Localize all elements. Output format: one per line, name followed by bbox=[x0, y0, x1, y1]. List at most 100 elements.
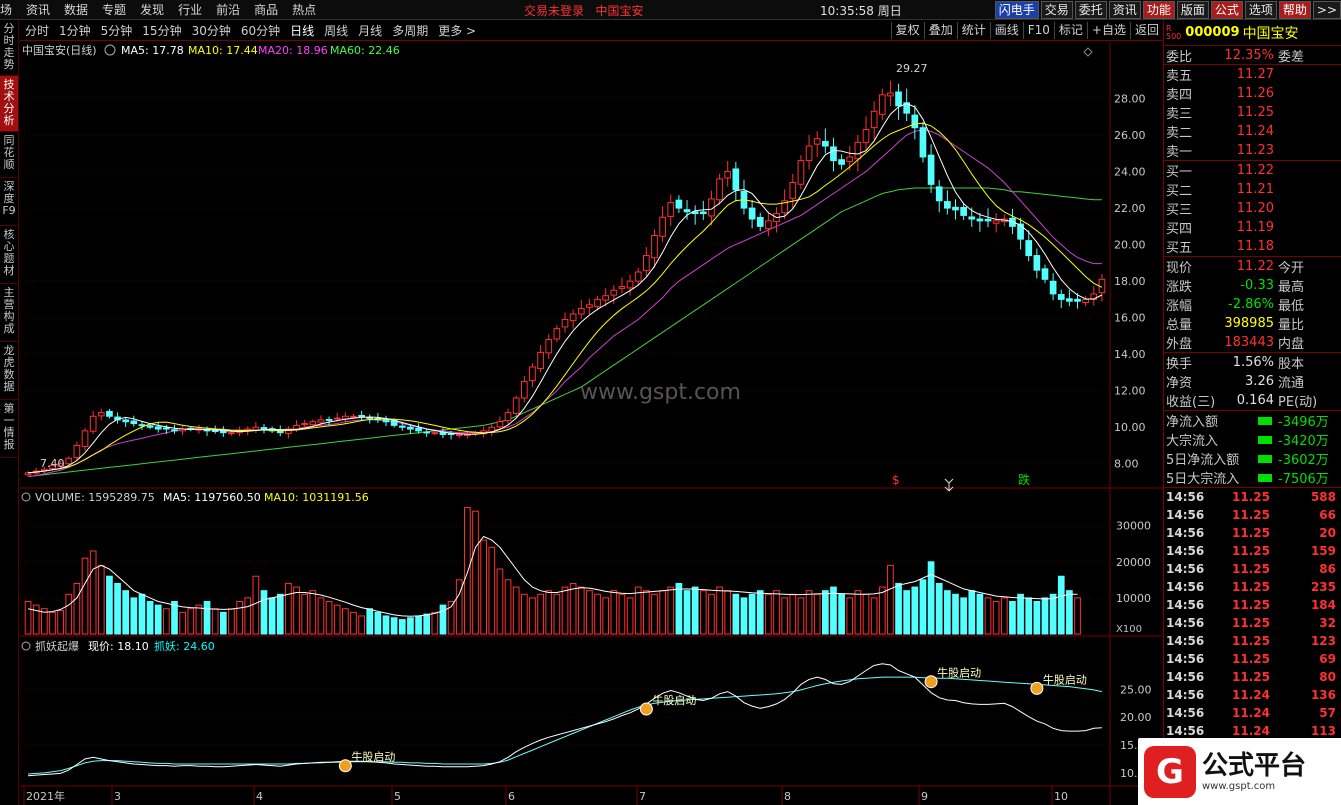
vtab-f9[interactable]: 深度F9 bbox=[0, 178, 18, 226]
stat2-row[interactable]: 净资 3.26 流通 bbox=[1164, 372, 1341, 391]
period-60min[interactable]: 60分钟 bbox=[241, 22, 280, 39]
tick-row[interactable]: 14:56 11.25 69 bbox=[1164, 650, 1341, 668]
period-daily[interactable]: 日线 bbox=[290, 22, 314, 39]
formula-button[interactable]: 公式 bbox=[1210, 1, 1243, 19]
tick-row[interactable]: 14:56 11.25 123 bbox=[1164, 632, 1341, 650]
vtab-technical[interactable]: 技术分析 bbox=[0, 76, 18, 132]
volume-bar bbox=[488, 546, 496, 635]
period-more[interactable]: 更多 > bbox=[438, 22, 476, 39]
period-timeshare[interactable]: 分时 bbox=[25, 22, 49, 39]
login-status[interactable]: 交易未登录 中国宝安 bbox=[524, 2, 643, 19]
sell-level[interactable]: 卖一 11.23 bbox=[1164, 141, 1341, 160]
back-button[interactable]: 返回 bbox=[1129, 22, 1163, 39]
menu-item-hangye[interactable]: 行业 bbox=[178, 1, 202, 18]
function-button[interactable]: 功能 bbox=[1142, 1, 1175, 19]
menu-item-faxian[interactable]: 发现 bbox=[140, 1, 164, 18]
vol-chevron-icon[interactable] bbox=[21, 492, 31, 502]
options-button[interactable]: 选项 bbox=[1244, 1, 1277, 19]
vtab-dragon[interactable]: 龙虎数据 bbox=[0, 342, 18, 400]
menu-item-0[interactable]: 场 bbox=[0, 1, 12, 18]
candle-body bbox=[968, 216, 976, 220]
flash-trade-button[interactable]: 闪电手 bbox=[994, 1, 1039, 19]
menu-item-shuju[interactable]: 数据 bbox=[64, 1, 88, 18]
menu-item-qianyan[interactable]: 前沿 bbox=[216, 1, 240, 18]
sell-level[interactable]: 卖三 11.25 bbox=[1164, 103, 1341, 122]
ind-chevron-icon[interactable] bbox=[21, 641, 31, 651]
period-monthly[interactable]: 月线 bbox=[358, 22, 382, 39]
vtab-theme[interactable]: 核心题材 bbox=[0, 226, 18, 284]
sell-level[interactable]: 卖五 11.27 bbox=[1164, 65, 1341, 84]
tick-row[interactable]: 14:56 11.24 57 bbox=[1164, 704, 1341, 722]
news-button[interactable]: 资讯 bbox=[1108, 1, 1141, 19]
tick-cell: 69 bbox=[1319, 652, 1336, 666]
vol-unit: X100 bbox=[1116, 624, 1142, 635]
buy-level[interactable]: 买四 11.19 bbox=[1164, 218, 1341, 237]
stat-row[interactable]: 外盘 183443 内盘 bbox=[1164, 333, 1341, 352]
vtab-timeshare[interactable]: 分时走势 bbox=[0, 20, 18, 76]
fund-flow-row[interactable]: 5日大宗流入 -7506万 bbox=[1164, 468, 1341, 487]
stat-row[interactable]: 总量 398985 量比 bbox=[1164, 314, 1341, 333]
period-15min[interactable]: 15分钟 bbox=[142, 22, 181, 39]
vtab-business[interactable]: 主营构成 bbox=[0, 284, 18, 342]
chevron-down-icon[interactable] bbox=[104, 44, 116, 56]
help-button[interactable]: 帮助 bbox=[1278, 1, 1311, 19]
tick-row[interactable]: 14:56 11.24 136 bbox=[1164, 686, 1341, 704]
period-1min[interactable]: 1分钟 bbox=[59, 22, 91, 39]
sell-level[interactable]: 卖二 11.24 bbox=[1164, 122, 1341, 141]
tick-row[interactable]: 14:56 11.25 20 bbox=[1164, 524, 1341, 542]
stat-row[interactable]: 现价 11.22 今开 bbox=[1164, 257, 1341, 276]
price-tick-label: 24.00 bbox=[1114, 166, 1146, 179]
order-button[interactable]: 委托 bbox=[1074, 1, 1107, 19]
stats-button[interactable]: 统计 bbox=[956, 22, 990, 39]
more-button[interactable]: >> bbox=[1312, 1, 1341, 19]
menu-item-zhuanti[interactable]: 专题 bbox=[102, 1, 126, 18]
tick-row[interactable]: 14:56 11.25 588 bbox=[1164, 488, 1341, 506]
tick-row[interactable]: 14:56 11.25 66 bbox=[1164, 506, 1341, 524]
volume-bar bbox=[846, 597, 854, 635]
f10-button[interactable]: F10 bbox=[1022, 22, 1054, 39]
stat-row[interactable]: 涨幅 -2.86% 最低 bbox=[1164, 295, 1341, 314]
buy-level[interactable]: 买五 11.18 bbox=[1164, 237, 1341, 256]
trade-button[interactable]: 交易 bbox=[1040, 1, 1073, 19]
tick-row[interactable]: 14:56 11.25 86 bbox=[1164, 560, 1341, 578]
buy-level[interactable]: 买二 11.21 bbox=[1164, 180, 1341, 199]
period-30min[interactable]: 30分钟 bbox=[192, 22, 231, 39]
menu-item-shangpin[interactable]: 商品 bbox=[254, 1, 278, 18]
tick-row[interactable]: 14:56 11.25 235 bbox=[1164, 578, 1341, 596]
overlay-button[interactable]: 叠加 bbox=[923, 22, 957, 39]
fund-flow-row[interactable]: 净流入额 -3496万 bbox=[1164, 411, 1341, 430]
tick-cell: 11.25 bbox=[1232, 616, 1270, 630]
period-5min[interactable]: 5分钟 bbox=[101, 22, 133, 39]
tick-row[interactable]: 14:56 11.25 159 bbox=[1164, 542, 1341, 560]
period-weekly[interactable]: 周线 bbox=[324, 22, 348, 39]
buy-level[interactable]: 买三 11.20 bbox=[1164, 199, 1341, 218]
draw-button[interactable]: 画线 bbox=[989, 22, 1023, 39]
menu-item-redian[interactable]: 热点 bbox=[292, 1, 316, 18]
candle-body bbox=[520, 381, 528, 399]
stat-row[interactable]: 涨跌 -0.33 最高 bbox=[1164, 276, 1341, 295]
tick-row[interactable]: 14:56 11.25 80 bbox=[1164, 668, 1341, 686]
period-multi[interactable]: 多周期 bbox=[392, 22, 428, 39]
fund-flow-row[interactable]: 大宗流入 -3420万 bbox=[1164, 430, 1341, 449]
diamond-icon[interactable] bbox=[1083, 47, 1093, 57]
fund-flow-row[interactable]: 5日净流入额 -3602万 bbox=[1164, 449, 1341, 468]
volume-bar bbox=[138, 593, 146, 635]
mark-button[interactable]: 标记 bbox=[1053, 22, 1087, 39]
tick-row[interactable]: 14:56 11.25 184 bbox=[1164, 596, 1341, 614]
adjust-button[interactable]: 复权 bbox=[890, 22, 924, 39]
layout-button[interactable]: 版面 bbox=[1176, 1, 1209, 19]
stats-box-2: 换手 1.56% 股本 净资 3.26 流通 收益(三) 0.164 PE(动) bbox=[1164, 353, 1341, 411]
stat2-row[interactable]: 收益(三) 0.164 PE(动) bbox=[1164, 391, 1341, 410]
event-marker-red[interactable]: $ bbox=[892, 473, 900, 487]
sell-level[interactable]: 卖四 11.26 bbox=[1164, 84, 1341, 103]
stat2-row[interactable]: 换手 1.56% 股本 bbox=[1164, 353, 1341, 372]
chart-area[interactable]: 8.00 10.00 12.00 14.00 16.00 18.00 20.00 22.00 2… bbox=[20, 42, 1163, 805]
tick-cell: 11.25 bbox=[1232, 598, 1270, 612]
vtab-ths[interactable]: 同花顺 bbox=[0, 132, 18, 178]
add-watchlist-button[interactable]: +自选 bbox=[1086, 22, 1130, 39]
vtab-intel[interactable]: 第一情报 bbox=[0, 400, 18, 458]
event-marker-green[interactable]: 跌 bbox=[1018, 472, 1030, 487]
tick-row[interactable]: 14:56 11.25 32 bbox=[1164, 614, 1341, 632]
buy-level[interactable]: 买一 11.22 bbox=[1164, 161, 1341, 180]
menu-item-zixun[interactable]: 资讯 bbox=[26, 1, 50, 18]
